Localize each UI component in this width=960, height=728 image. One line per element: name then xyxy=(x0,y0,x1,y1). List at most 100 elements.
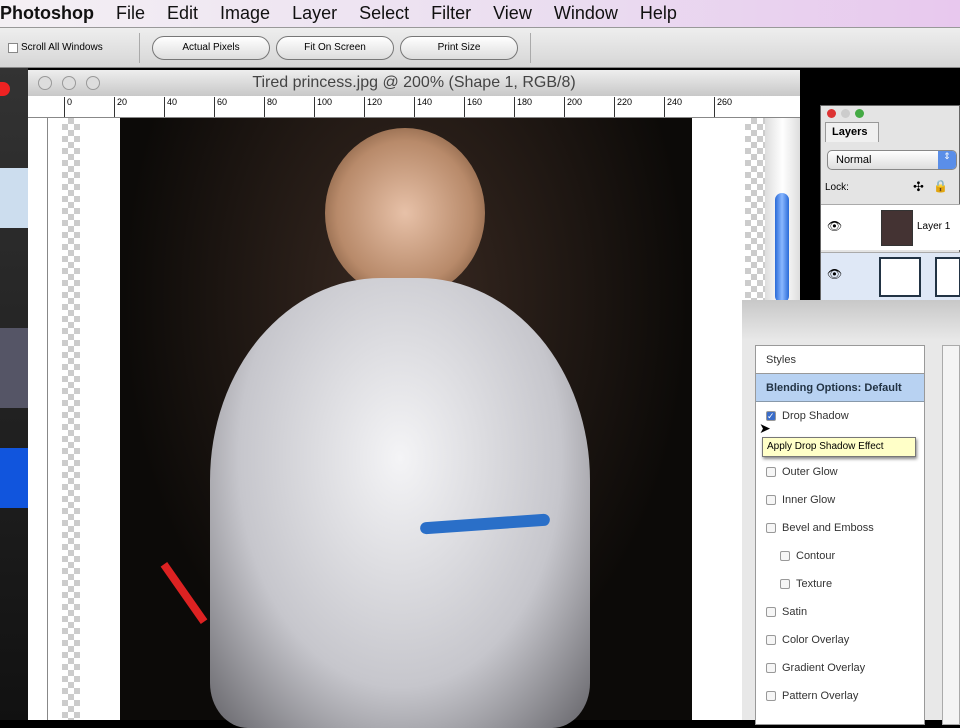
menu-app[interactable]: Photoshop xyxy=(0,3,105,24)
ruler-label: 0 xyxy=(64,97,72,117)
styles-list: Styles Blending Options: Default ✓ Drop S… xyxy=(755,345,925,725)
tooltip: Apply Drop Shadow Effect xyxy=(762,437,916,457)
style-label: Texture xyxy=(796,578,833,590)
photo[interactable] xyxy=(120,118,692,728)
style-gradient-overlay[interactable]: Gradient Overlay xyxy=(756,654,924,682)
scroll-thumb[interactable] xyxy=(775,193,789,303)
menu-select[interactable]: Select xyxy=(348,3,420,24)
layer-row-layer-1[interactable]: 👁 Layer 1 xyxy=(821,204,960,250)
layers-panel: Layers Normal ⇕ Lock: ✣ 🔒 👁 Layer 1 👁 xyxy=(820,105,960,300)
actual-pixels-button[interactable]: Actual Pixels xyxy=(152,35,270,60)
lock-all-icon[interactable]: 🔒 xyxy=(933,179,948,193)
lock-position-icon[interactable]: ✣ xyxy=(913,179,924,195)
layer-row-shape[interactable]: 👁 xyxy=(821,252,960,300)
checkbox-icon xyxy=(8,42,18,53)
layer-thumbnail xyxy=(881,210,913,246)
checkbox-icon[interactable] xyxy=(766,635,776,645)
visibility-eye-icon[interactable]: 👁 xyxy=(827,219,842,233)
style-satin[interactable]: Satin xyxy=(756,598,924,626)
lock-label: Lock: xyxy=(825,182,849,193)
photo-face xyxy=(325,128,485,298)
document-title: Tired princess.jpg @ 200% (Shape 1, RGB/… xyxy=(252,74,576,91)
style-label: Satin xyxy=(782,606,808,618)
ruler-label: 260 xyxy=(714,97,732,117)
checkbox-icon[interactable] xyxy=(780,551,790,561)
options-bar: Scroll All Windows Actual Pixels Fit On … xyxy=(0,28,960,68)
ruler-label: 60 xyxy=(214,97,227,117)
style-outer-glow[interactable]: Outer Glow xyxy=(756,458,924,486)
photo-dress xyxy=(210,278,590,728)
menu-help[interactable]: Help xyxy=(629,3,688,24)
ruler-label: 140 xyxy=(414,97,432,117)
style-color-overlay[interactable]: Color Overlay xyxy=(756,626,924,654)
vector-mask-thumbnail xyxy=(935,257,960,297)
style-label: Contour xyxy=(796,550,836,562)
ruler-label: 220 xyxy=(614,97,632,117)
horizontal-ruler: 0 20 40 60 80 100 120 140 160 180 200 220 240 260 xyxy=(28,96,800,118)
print-size-button[interactable]: Print Size xyxy=(400,35,518,60)
select-arrows-icon: ⇕ xyxy=(938,151,956,169)
menu-window[interactable]: Window xyxy=(543,3,629,24)
ruler-label: 240 xyxy=(664,97,682,117)
thumbnail xyxy=(0,328,28,408)
style-pattern-overlay[interactable]: Pattern Overlay xyxy=(756,682,924,710)
checkbox-icon[interactable] xyxy=(766,663,776,673)
menu-view[interactable]: View xyxy=(482,3,543,24)
checkbox-icon[interactable] xyxy=(766,523,776,533)
menu-file[interactable]: File xyxy=(105,3,156,24)
minimize-icon[interactable] xyxy=(841,109,850,118)
close-icon[interactable] xyxy=(827,109,836,118)
style-label: Bevel and Emboss xyxy=(782,522,874,534)
visibility-eye-icon[interactable]: 👁 xyxy=(827,267,842,281)
style-label: Outer Glow xyxy=(782,466,838,478)
tab-layers[interactable]: Layers xyxy=(825,122,879,142)
style-inner-glow[interactable]: Inner Glow xyxy=(756,486,924,514)
layer-style-dialog: Styles Blending Options: Default ✓ Drop S… xyxy=(742,300,960,725)
ruler-label: 100 xyxy=(314,97,332,117)
checkbox-icon[interactable] xyxy=(780,579,790,589)
checkbox-icon[interactable] xyxy=(766,691,776,701)
blend-mode-value: Normal xyxy=(836,154,872,166)
ruler-label: 200 xyxy=(564,97,582,117)
menu-bar: Photoshop File Edit Image Layer Select F… xyxy=(0,0,960,28)
ruler-label: 20 xyxy=(114,97,127,117)
close-button[interactable] xyxy=(38,76,52,90)
blending-options[interactable]: Blending Options: Default xyxy=(756,374,924,402)
style-contour[interactable]: Contour xyxy=(756,542,924,570)
menu-layer[interactable]: Layer xyxy=(281,3,348,24)
style-texture[interactable]: Texture xyxy=(756,570,924,598)
zoom-button[interactable] xyxy=(86,76,100,90)
checkbox-icon[interactable] xyxy=(766,467,776,477)
photo-crayon xyxy=(160,562,208,624)
ruler-label: 120 xyxy=(364,97,382,117)
minimize-button[interactable] xyxy=(62,76,76,90)
checkbox-icon[interactable] xyxy=(766,607,776,617)
blend-mode-select[interactable]: Normal ⇕ xyxy=(827,150,957,170)
transparency-area xyxy=(62,118,80,720)
checkbox-icon[interactable] xyxy=(766,495,776,505)
vertical-ruler xyxy=(28,118,48,720)
style-bevel-emboss[interactable]: Bevel and Emboss xyxy=(756,514,924,542)
scroll-all-windows-checkbox[interactable]: Scroll All Windows xyxy=(0,32,140,63)
thumbnail xyxy=(0,168,28,228)
menu-image[interactable]: Image xyxy=(209,3,281,24)
fit-on-screen-button[interactable]: Fit On Screen xyxy=(276,35,394,60)
zoom-icon[interactable] xyxy=(855,109,864,118)
style-label: Inner Glow xyxy=(782,494,836,506)
ruler-label: 80 xyxy=(264,97,277,117)
left-palette xyxy=(0,68,28,720)
style-drop-shadow[interactable]: ✓ Drop Shadow xyxy=(756,402,924,430)
menu-edit[interactable]: Edit xyxy=(156,3,209,24)
close-light-icon[interactable] xyxy=(0,82,10,96)
menu-filter[interactable]: Filter xyxy=(420,3,482,24)
scroll-all-label: Scroll All Windows xyxy=(21,42,103,53)
settings-pane xyxy=(942,345,960,725)
styles-header[interactable]: Styles xyxy=(756,346,924,374)
style-label: Drop Shadow xyxy=(782,410,849,422)
document-window: Tired princess.jpg @ 200% (Shape 1, RGB/… xyxy=(28,70,800,728)
thumbnail xyxy=(0,448,28,508)
style-label: Pattern Overlay xyxy=(782,690,859,702)
ruler-label: 40 xyxy=(164,97,177,117)
style-label: Color Overlay xyxy=(782,634,850,646)
document-titlebar[interactable]: Tired princess.jpg @ 200% (Shape 1, RGB/… xyxy=(28,70,800,96)
